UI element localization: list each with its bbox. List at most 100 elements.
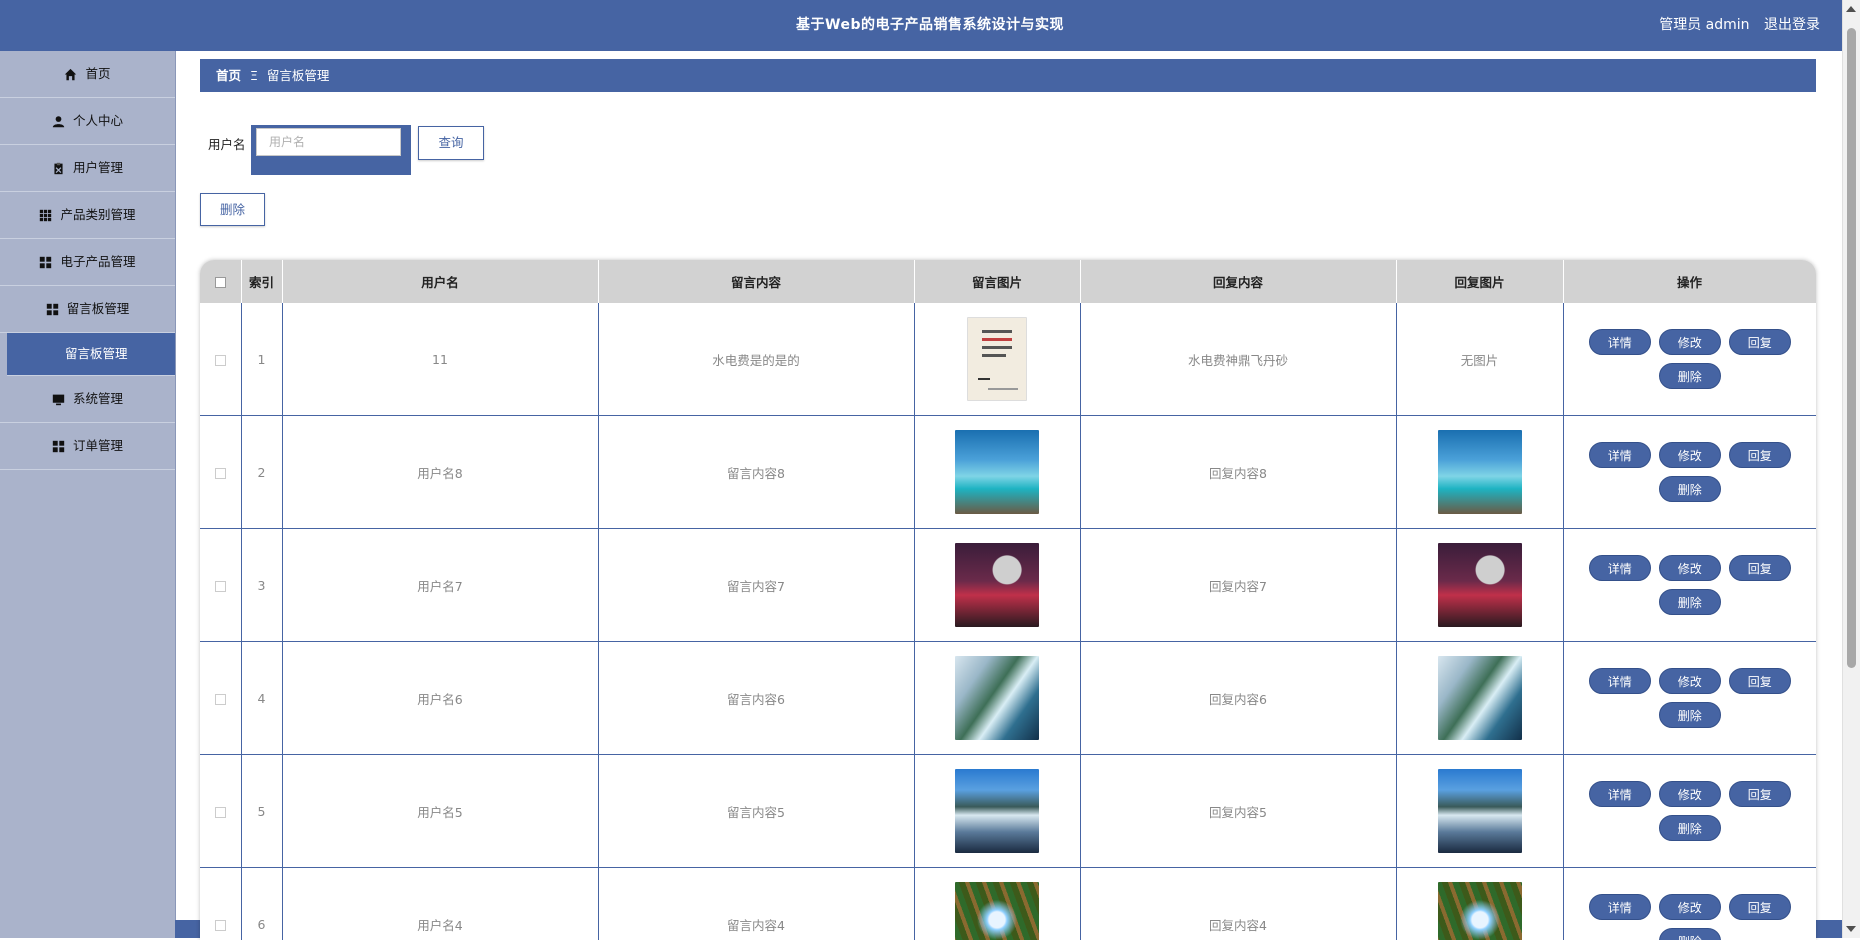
row-index: 4 <box>241 642 282 755</box>
row-image-cell <box>914 529 1080 642</box>
query-button[interactable]: 查询 <box>418 126 484 160</box>
detail-button[interactable]: 详情 <box>1589 329 1651 355</box>
table-row: 2用户名8留言内容8回复内容8详情修改回复删除 <box>200 416 1816 529</box>
sidebar-item-label: 首页 <box>85 51 110 97</box>
delete-button[interactable]: 删除 <box>1659 589 1721 615</box>
edit-button[interactable]: 修改 <box>1659 668 1721 694</box>
scrollbar-thumb[interactable] <box>1847 28 1856 668</box>
row-checkbox[interactable] <box>215 920 226 931</box>
reply-button[interactable]: 回复 <box>1729 668 1791 694</box>
user-area: 管理员 admin 退出登录 <box>1659 0 1820 51</box>
column-header: 用户名 <box>282 260 598 303</box>
row-select-cell <box>200 529 241 642</box>
page-scrollbar[interactable] <box>1842 0 1860 938</box>
delete-button[interactable]: 删除 <box>1659 363 1721 389</box>
message-image-fall2[interactable] <box>955 769 1039 853</box>
edit-button[interactable]: 修改 <box>1659 781 1721 807</box>
message-image-book[interactable] <box>967 317 1027 401</box>
sidebar-subitem-message-board[interactable]: 留言板管理 <box>7 333 175 376</box>
table-row: 111水电费是的是的水电费神鼎飞丹砂无图片详情修改回复删除 <box>200 303 1816 416</box>
reply-image-fall2[interactable] <box>1438 769 1522 853</box>
row-select-cell <box>200 416 241 529</box>
sidebar-item-product-management[interactable]: 电子产品管理 <box>0 239 175 286</box>
reply-button[interactable]: 回复 <box>1729 329 1791 355</box>
detail-button[interactable]: 详情 <box>1589 781 1651 807</box>
reply-image-beach[interactable] <box>1438 430 1522 514</box>
row-content: 留言内容7 <box>598 529 914 642</box>
row-image-cell <box>914 868 1080 940</box>
row-checkbox[interactable] <box>215 468 226 479</box>
delete-button[interactable]: 删除 <box>1659 702 1721 728</box>
sidebar-item-user-management[interactable]: 用户管理 <box>0 145 175 192</box>
sidebar-item-message-board[interactable]: 留言板管理 <box>0 286 175 333</box>
sidebar-item-label: 个人中心 <box>73 98 123 144</box>
message-image-moon[interactable] <box>955 543 1039 627</box>
sidebar-item-order-management[interactable]: 订单管理 <box>0 423 175 470</box>
row-image-cell <box>914 303 1080 416</box>
sidebar-item-system-management[interactable]: 系统管理 <box>0 376 175 423</box>
bulk-delete-button[interactable]: 删除 <box>200 193 265 226</box>
row-reply: 回复内容7 <box>1080 529 1396 642</box>
message-image-forest[interactable] <box>955 882 1039 940</box>
row-checkbox[interactable] <box>215 694 226 705</box>
apps-icon <box>39 256 52 269</box>
reply-button[interactable]: 回复 <box>1729 442 1791 468</box>
column-header: 操作 <box>1563 260 1816 303</box>
delete-button[interactable]: 删除 <box>1659 815 1721 841</box>
row-image-cell <box>914 416 1080 529</box>
row-reply-image-cell <box>1396 416 1563 529</box>
scroll-up-icon[interactable] <box>1846 6 1856 12</box>
edit-button[interactable]: 修改 <box>1659 442 1721 468</box>
edit-button[interactable]: 修改 <box>1659 894 1721 920</box>
row-actions: 详情修改回复删除 <box>1563 642 1816 755</box>
row-username: 用户名4 <box>282 868 598 940</box>
row-username: 11 <box>282 303 598 416</box>
reply-button[interactable]: 回复 <box>1729 894 1791 920</box>
edit-button[interactable]: 修改 <box>1659 555 1721 581</box>
row-checkbox[interactable] <box>215 807 226 818</box>
message-image-beach[interactable] <box>955 430 1039 514</box>
row-reply: 回复内容4 <box>1080 868 1396 940</box>
row-select-cell <box>200 868 241 940</box>
search-input[interactable] <box>256 128 401 156</box>
reply-button[interactable]: 回复 <box>1729 555 1791 581</box>
table-row: 4用户名6留言内容6回复内容6详情修改回复删除 <box>200 642 1816 755</box>
detail-button[interactable]: 详情 <box>1589 668 1651 694</box>
message-image-fall1[interactable] <box>955 656 1039 740</box>
row-checkbox[interactable] <box>215 355 226 366</box>
breadcrumb: 首页Ξ留言板管理 <box>200 59 1816 92</box>
breadcrumb-home[interactable]: 首页 <box>216 59 241 92</box>
delete-button[interactable]: 删除 <box>1659 928 1721 940</box>
row-index: 1 <box>241 303 282 416</box>
delete-button[interactable]: 删除 <box>1659 476 1721 502</box>
row-image-cell <box>914 755 1080 868</box>
grid-icon <box>39 209 52 222</box>
no-image-text: 无图片 <box>1461 353 1499 368</box>
detail-button[interactable]: 详情 <box>1589 555 1651 581</box>
scroll-down-icon[interactable] <box>1846 926 1856 932</box>
sidebar-item-personal-center[interactable]: 个人中心 <box>0 98 175 145</box>
sidebar-item-label: 电子产品管理 <box>60 239 135 285</box>
edit-button[interactable]: 修改 <box>1659 329 1721 355</box>
table-row: 6用户名4留言内容4回复内容4详情修改回复删除 <box>200 868 1816 940</box>
row-actions: 详情修改回复删除 <box>1563 416 1816 529</box>
reply-image-moon[interactable] <box>1438 543 1522 627</box>
reply-button[interactable]: 回复 <box>1729 781 1791 807</box>
logout-link[interactable]: 退出登录 <box>1764 17 1820 33</box>
reply-image-fall1[interactable] <box>1438 656 1522 740</box>
row-actions: 详情修改回复删除 <box>1563 303 1816 416</box>
detail-button[interactable]: 详情 <box>1589 894 1651 920</box>
row-reply: 回复内容5 <box>1080 755 1396 868</box>
table-row: 5用户名5留言内容5回复内容5详情修改回复删除 <box>200 755 1816 868</box>
detail-button[interactable]: 详情 <box>1589 442 1651 468</box>
sidebar-item-category-management[interactable]: 产品类别管理 <box>0 192 175 239</box>
user-label: 管理员 admin <box>1659 17 1749 33</box>
row-actions: 详情修改回复删除 <box>1563 755 1816 868</box>
column-header: 回复图片 <box>1396 260 1563 303</box>
select-all-checkbox[interactable] <box>215 277 226 288</box>
row-index: 2 <box>241 416 282 529</box>
reply-image-forest[interactable] <box>1438 882 1522 940</box>
row-checkbox[interactable] <box>215 581 226 592</box>
sidebar-item-home[interactable]: 首页 <box>0 51 175 98</box>
row-username: 用户名6 <box>282 642 598 755</box>
